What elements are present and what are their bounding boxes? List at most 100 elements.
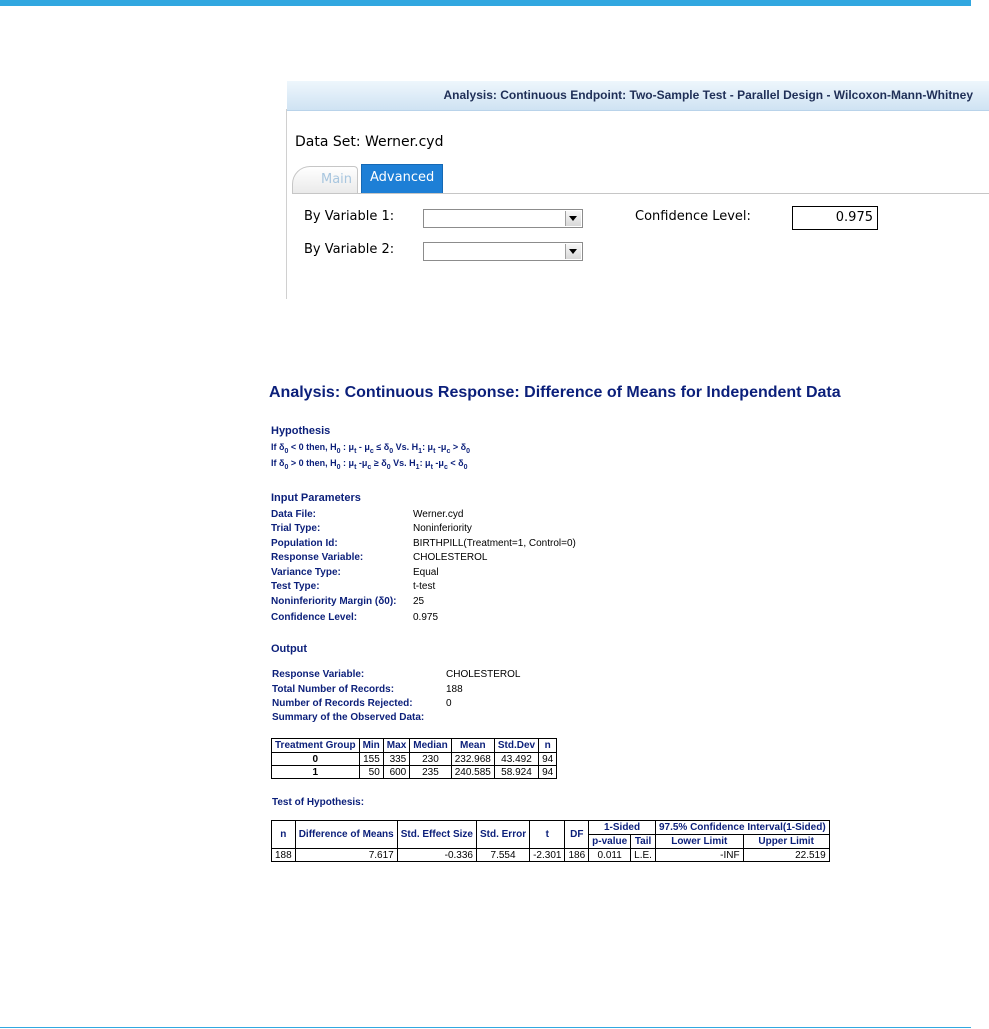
column-header: n xyxy=(271,820,296,849)
table-header-row: Treatment Group Min Max Median Mean Std.… xyxy=(271,738,558,753)
by-variable-2-label: By Variable 2: xyxy=(304,242,395,257)
table-cell: 22.519 xyxy=(742,848,830,862)
column-header: Std.Dev xyxy=(493,738,540,753)
column-header: Tail xyxy=(630,834,656,849)
column-header: Lower Limit xyxy=(654,834,744,849)
table-cell: -2.301 xyxy=(529,848,566,862)
output-value: CHOLESTEROL xyxy=(446,669,521,680)
table-cell: 600 xyxy=(382,765,411,779)
input-key: Test Type: xyxy=(271,581,320,592)
hypothesis-line-1: If δ0 < 0 then, H0 : μt - μc ≤ δ0 Vs. H1… xyxy=(271,442,470,455)
column-header: Upper Limit xyxy=(742,834,830,849)
input-value: 0.975 xyxy=(413,612,439,623)
tab-advanced[interactable]: Advanced xyxy=(361,164,443,194)
table-cell: L.E. xyxy=(630,848,656,862)
column-header: Treatment Group xyxy=(271,738,360,753)
input-value: 25 xyxy=(413,596,425,607)
table-cell: 43.492 xyxy=(493,752,540,766)
chevron-down-icon[interactable] xyxy=(565,244,581,259)
table-cell: -0.336 xyxy=(396,848,477,862)
table-cell: 235 xyxy=(409,765,452,779)
input-key: Noninferiority Margin (δ0): xyxy=(271,596,397,607)
table-cell: 188 xyxy=(271,848,296,862)
output-key: Number of Records Rejected: xyxy=(272,698,413,709)
dataset-label: Data Set: Werner.cyd xyxy=(295,134,444,150)
chevron-down-icon[interactable] xyxy=(565,211,581,226)
table-cell: 240.585 xyxy=(450,765,495,779)
tab-advanced-label: Advanced xyxy=(370,170,435,185)
confidence-level-label: Confidence Level: xyxy=(635,209,751,224)
input-key: Data File: xyxy=(271,509,317,520)
analysis-dialog: Analysis: Continuous Endpoint: Two-Sampl… xyxy=(286,81,989,299)
bottom-rule xyxy=(0,1027,971,1028)
test-of-hypothesis-heading: Test of Hypothesis: xyxy=(272,797,365,808)
table-cell: 0.011 xyxy=(588,848,632,862)
input-parameters-heading: Input Parameters xyxy=(271,492,361,504)
input-value: Werner.cyd xyxy=(413,509,464,520)
report-title: Analysis: Continuous Response: Differenc… xyxy=(269,384,841,401)
column-header: DF xyxy=(564,820,590,849)
table-cell: 232.968 xyxy=(450,752,495,766)
tab-main-label: Main xyxy=(321,172,353,187)
column-header: Median xyxy=(409,738,452,753)
column-header: t xyxy=(529,820,566,849)
table-cell: 94 xyxy=(538,765,558,779)
input-value: Equal xyxy=(413,567,439,578)
table-cell: 335 xyxy=(382,752,411,766)
dialog-title: Analysis: Continuous Endpoint: Two-Sampl… xyxy=(443,88,973,102)
output-value: 188 xyxy=(446,684,463,695)
output-key: Response Variable: xyxy=(272,669,365,680)
input-value: Noninferiority xyxy=(413,523,472,534)
table-cell: 94 xyxy=(538,752,558,766)
table-cell: -INF xyxy=(654,848,744,862)
input-key: Variance Type: xyxy=(271,567,341,578)
summary-table: Treatment Group Min Max Median Mean Std.… xyxy=(271,738,558,779)
input-key: Confidence Level: xyxy=(271,612,358,623)
tab-main[interactable]: Main xyxy=(292,166,358,193)
table-cell: 155 xyxy=(358,752,384,766)
column-header: Std. Effect Size xyxy=(396,820,477,849)
input-key: Trial Type: xyxy=(271,523,321,534)
output-value: 0 xyxy=(446,698,452,709)
hypothesis-heading: Hypothesis xyxy=(271,425,331,437)
output-key: Summary of the Observed Data: xyxy=(272,712,425,723)
tab-divider xyxy=(292,193,989,194)
table-cell: 186 xyxy=(564,848,590,862)
input-value: t-test xyxy=(413,581,436,592)
column-header: Min xyxy=(358,738,384,753)
column-header: n xyxy=(538,738,558,753)
column-header: Mean xyxy=(450,738,495,753)
table-cell: 58.924 xyxy=(493,765,540,779)
input-value: CHOLESTEROL xyxy=(413,552,488,563)
table-cell: 0 xyxy=(271,752,360,766)
table-row: 188 7.617 -0.336 7.554 -2.301 186 0.011 … xyxy=(271,848,830,862)
by-variable-2-select[interactable] xyxy=(423,242,583,261)
test-table: n Difference of Means Std. Effect Size S… xyxy=(271,820,830,862)
column-header: Max xyxy=(382,738,411,753)
confidence-level-input[interactable]: 0.975 xyxy=(792,206,878,230)
hypothesis-line-2: If δ0 > 0 then, H0 : μt -μc ≥ δ0 Vs. H1:… xyxy=(271,458,468,471)
by-variable-1-label: By Variable 1: xyxy=(304,209,395,224)
input-value: BIRTHPILL(Treatment=1, Control=0) xyxy=(413,538,576,549)
output-heading: Output xyxy=(271,643,308,655)
column-group-header: 97.5% Confidence Interval(1-Sided) xyxy=(654,820,830,835)
dialog-left-border xyxy=(286,109,287,299)
input-key: Population Id: xyxy=(271,538,338,549)
dialog-header: Analysis: Continuous Endpoint: Two-Sampl… xyxy=(287,81,989,111)
column-header: Std. Error xyxy=(475,820,531,849)
top-accent-bar xyxy=(0,0,971,6)
table-header-row: n Difference of Means Std. Effect Size S… xyxy=(271,820,830,849)
column-header: p-value xyxy=(588,834,632,849)
column-header: Difference of Means xyxy=(294,820,398,849)
input-key: Response Variable: xyxy=(271,552,364,563)
table-cell: 230 xyxy=(409,752,452,766)
table-row: 0 155 335 230 232.968 43.492 94 xyxy=(271,752,558,766)
table-cell: 7.617 xyxy=(294,848,398,862)
table-cell: 7.554 xyxy=(475,848,531,862)
table-cell: 1 xyxy=(271,765,360,779)
table-cell: 50 xyxy=(358,765,384,779)
column-group-header: 1-Sided xyxy=(588,820,656,835)
table-row: 1 50 600 235 240.585 58.924 94 xyxy=(271,765,558,779)
output-key: Total Number of Records: xyxy=(272,684,395,695)
by-variable-1-select[interactable] xyxy=(423,209,583,228)
